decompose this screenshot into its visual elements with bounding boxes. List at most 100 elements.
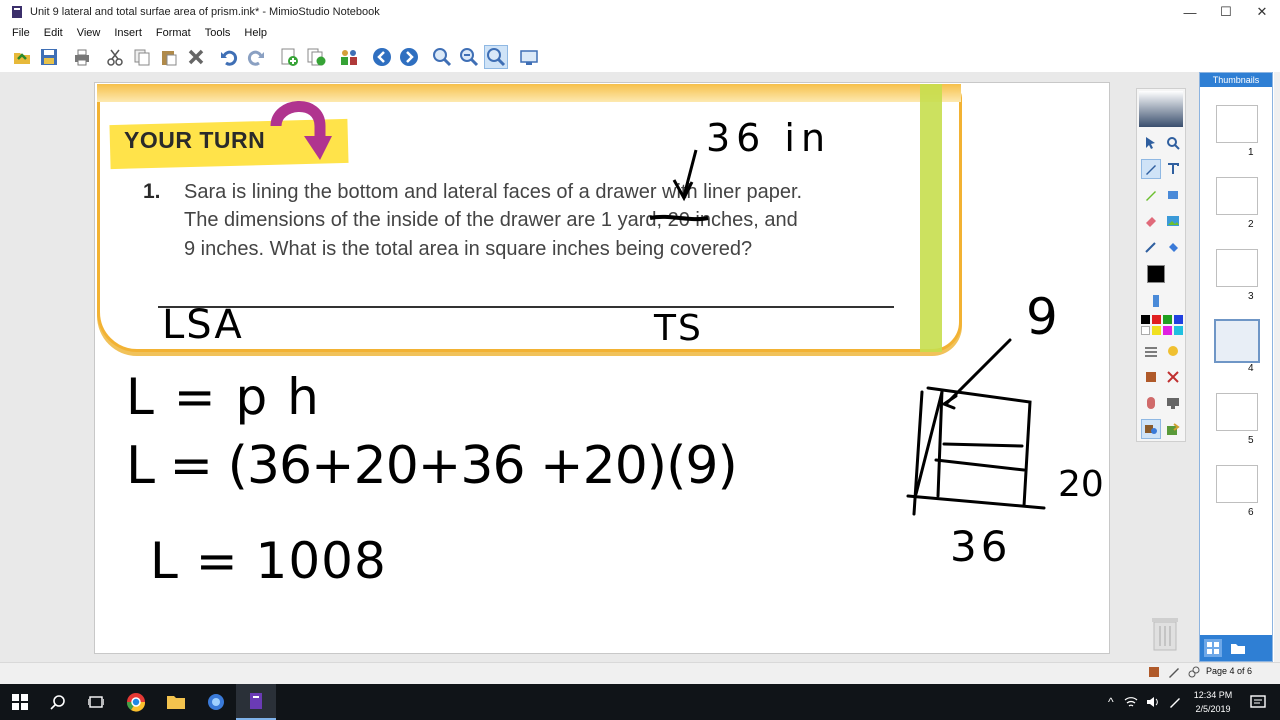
chrome-taskbar-button[interactable] bbox=[116, 684, 156, 720]
duplicate-page-icon bbox=[307, 48, 326, 66]
zoom-tool[interactable] bbox=[1163, 133, 1183, 153]
mouse-icon bbox=[1147, 397, 1155, 409]
color-yellow[interactable] bbox=[1152, 326, 1161, 335]
line-style-icon bbox=[1145, 347, 1157, 357]
search-button[interactable] bbox=[38, 684, 78, 720]
new-page-button[interactable] bbox=[277, 45, 301, 69]
thumbnail-page-5[interactable] bbox=[1216, 393, 1258, 431]
color-cyan[interactable] bbox=[1174, 326, 1183, 335]
open-icon bbox=[14, 53, 30, 64]
clock-time: 12:34 PM bbox=[1193, 690, 1233, 700]
vertical-scrollbar[interactable] bbox=[1274, 72, 1280, 662]
thumbnail-page-2[interactable] bbox=[1216, 177, 1258, 215]
open-button[interactable] bbox=[10, 45, 34, 69]
mimiostudio-taskbar-button[interactable] bbox=[236, 684, 276, 720]
eraser-icon bbox=[1146, 217, 1156, 227]
screen-icon bbox=[520, 50, 538, 65]
notifications-icon[interactable] bbox=[1250, 694, 1266, 710]
wifi-icon[interactable] bbox=[1124, 696, 1138, 708]
shape-tool[interactable] bbox=[1163, 185, 1183, 205]
screen-button[interactable] bbox=[517, 45, 541, 69]
menu-file[interactable]: File bbox=[12, 27, 30, 39]
tray-overflow-icon[interactable]: ^ bbox=[1108, 695, 1114, 709]
text-tool[interactable] bbox=[1163, 159, 1183, 179]
reveal-tool[interactable] bbox=[1141, 393, 1161, 413]
file-explorer-taskbar-button[interactable] bbox=[156, 684, 196, 720]
line-tool[interactable] bbox=[1141, 237, 1161, 257]
menu-format[interactable]: Format bbox=[156, 27, 191, 39]
thumbnail-page-6[interactable] bbox=[1216, 465, 1258, 503]
next-page-button[interactable] bbox=[397, 45, 421, 69]
page-indicator: Page 4 of 6 bbox=[1206, 666, 1253, 676]
ink-dimension-36: 36 bbox=[950, 522, 1012, 571]
zoom-out-icon bbox=[460, 48, 479, 67]
menu-view[interactable]: View bbox=[77, 27, 101, 39]
grid-view-icon[interactable] bbox=[1204, 639, 1222, 657]
windows-icon bbox=[12, 694, 28, 710]
previous-page-button[interactable] bbox=[370, 45, 394, 69]
fill-tool[interactable] bbox=[1163, 237, 1183, 257]
gallery-status-icon[interactable] bbox=[1148, 666, 1160, 678]
color-white[interactable] bbox=[1141, 326, 1150, 335]
minimize-button[interactable]: — bbox=[1172, 0, 1208, 24]
redo-button[interactable] bbox=[244, 45, 268, 69]
delete-button[interactable] bbox=[184, 45, 208, 69]
eraser-tool[interactable] bbox=[1141, 211, 1161, 231]
copy-icon bbox=[134, 49, 150, 66]
import-tool[interactable] bbox=[1163, 419, 1183, 439]
gallery-tool[interactable] bbox=[1141, 367, 1161, 387]
link-status-icon[interactable] bbox=[1188, 666, 1200, 678]
cut-button[interactable] bbox=[103, 45, 127, 69]
pen-tool[interactable] bbox=[1141, 159, 1161, 179]
color-red[interactable] bbox=[1152, 315, 1161, 324]
select-tool[interactable] bbox=[1141, 133, 1161, 153]
zoom-in-icon bbox=[433, 48, 452, 67]
pen-status-icon[interactable] bbox=[1168, 666, 1180, 678]
menu-edit[interactable]: Edit bbox=[44, 27, 63, 39]
menu-insert[interactable]: Insert bbox=[114, 27, 142, 39]
copy-button[interactable] bbox=[130, 45, 154, 69]
zoom-out-button[interactable] bbox=[457, 45, 481, 69]
collaborate-tool[interactable] bbox=[1141, 419, 1161, 439]
users-button[interactable] bbox=[337, 45, 361, 69]
thumbnail-number-4: 4 bbox=[1248, 363, 1254, 374]
color-blue[interactable] bbox=[1174, 315, 1183, 324]
transparency-tool[interactable] bbox=[1163, 341, 1183, 361]
thumbnail-page-3[interactable] bbox=[1216, 249, 1258, 287]
color-magenta[interactable] bbox=[1163, 326, 1172, 335]
thumbnail-page-4[interactable] bbox=[1214, 319, 1260, 363]
line-style-tool[interactable] bbox=[1141, 341, 1161, 361]
highlighter-tool[interactable] bbox=[1141, 185, 1161, 205]
tools-tool[interactable] bbox=[1163, 367, 1183, 387]
duplicate-page-button[interactable] bbox=[304, 45, 328, 69]
mimiostudio-icon bbox=[250, 693, 262, 709]
trash-icon[interactable] bbox=[1150, 614, 1180, 652]
thumbnail-page-1[interactable] bbox=[1216, 105, 1258, 143]
maximize-button[interactable]: ☐ bbox=[1208, 0, 1244, 24]
zoom-in-button[interactable] bbox=[430, 45, 454, 69]
close-button[interactable]: ✕ bbox=[1244, 0, 1280, 24]
folder-view-icon[interactable] bbox=[1230, 641, 1246, 655]
card-green-band bbox=[920, 84, 942, 352]
taskbar-clock[interactable]: 12:34 PM 2/5/2019 bbox=[1180, 688, 1246, 716]
thumbnail-number-2: 2 bbox=[1248, 219, 1254, 230]
color-black[interactable] bbox=[1141, 315, 1150, 324]
menu-help[interactable]: Help bbox=[244, 27, 267, 39]
ink-ts-label: TS bbox=[654, 308, 703, 349]
display-tool[interactable] bbox=[1163, 393, 1183, 413]
mimio-capture-taskbar-button[interactable] bbox=[196, 684, 236, 720]
save-button[interactable] bbox=[37, 45, 61, 69]
zoom-fit-button[interactable] bbox=[484, 45, 508, 69]
image-tool[interactable] bbox=[1163, 211, 1183, 231]
task-view-icon bbox=[88, 696, 104, 708]
undo-button[interactable] bbox=[217, 45, 241, 69]
paste-button[interactable] bbox=[157, 45, 181, 69]
volume-icon[interactable] bbox=[1146, 696, 1160, 708]
menu-tools[interactable]: Tools bbox=[205, 27, 231, 39]
color-green[interactable] bbox=[1163, 315, 1172, 324]
start-button[interactable] bbox=[0, 684, 40, 720]
line-width-slider[interactable] bbox=[1153, 295, 1159, 307]
print-button[interactable] bbox=[70, 45, 94, 69]
task-view-button[interactable] bbox=[76, 684, 116, 720]
stroke-color-swatch[interactable] bbox=[1147, 265, 1165, 283]
